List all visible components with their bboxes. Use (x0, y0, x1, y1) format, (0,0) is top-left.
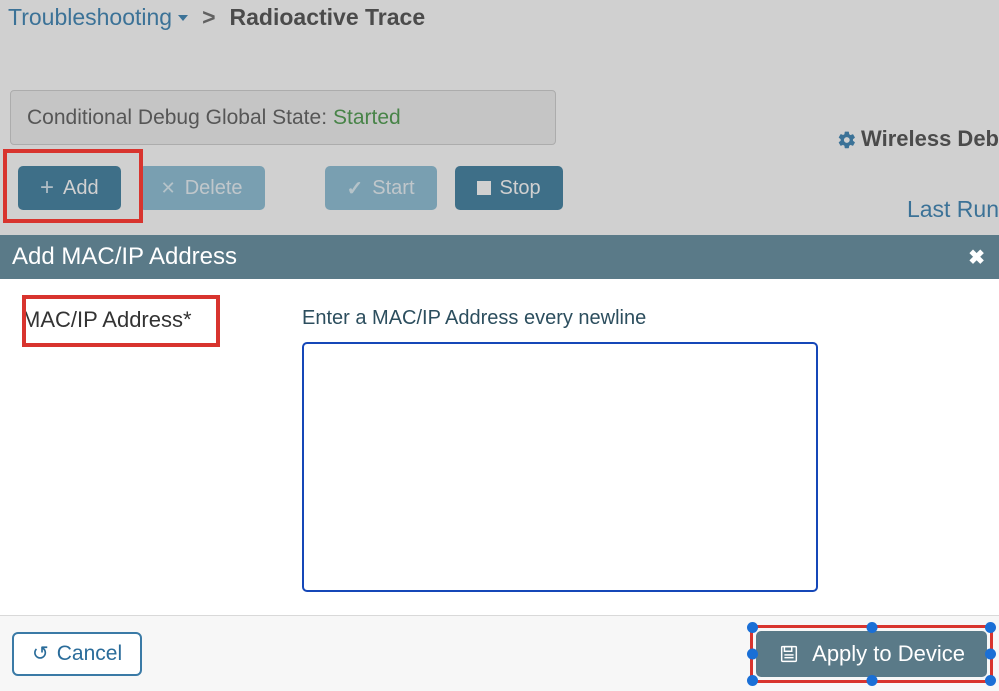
chevron-down-icon (178, 15, 188, 21)
mac-ip-textarea[interactable] (302, 342, 818, 592)
delete-button[interactable]: Delete (139, 166, 265, 210)
close-icon[interactable]: ✖ (968, 245, 985, 270)
stop-button[interactable]: Stop (455, 166, 563, 210)
add-button-label: Add (63, 177, 99, 200)
stop-icon (477, 181, 491, 195)
add-mac-ip-modal: Add MAC/IP Address ✖ MAC/IP Address* Ent… (0, 235, 999, 691)
breadcrumb-parent-label: Troubleshooting (8, 4, 172, 31)
check-icon (347, 176, 364, 201)
undo-icon (32, 641, 49, 666)
breadcrumb-parent-link[interactable]: Troubleshooting (8, 4, 188, 31)
last-run-link[interactable]: Last Run (907, 196, 999, 223)
debug-status-value: Started (333, 106, 401, 130)
breadcrumb-separator: > (202, 4, 215, 31)
modal-title: Add MAC/IP Address (12, 243, 237, 271)
add-button[interactable]: Add (18, 166, 121, 210)
mac-ip-field-label: MAC/IP Address* (22, 307, 192, 332)
mac-ip-field-hint: Enter a MAC/IP Address every newline (302, 307, 987, 330)
stop-button-label: Stop (500, 177, 541, 200)
apply-button-label: Apply to Device (812, 641, 965, 667)
breadcrumb-current: Radioactive Trace (230, 4, 426, 31)
modal-header: Add MAC/IP Address ✖ (0, 235, 999, 279)
wireless-debug-link[interactable]: Wireless Deb (837, 126, 999, 152)
debug-status-box: Conditional Debug Global State: Started (10, 90, 556, 145)
start-button[interactable]: Start (325, 166, 437, 210)
debug-status-label: Conditional Debug Global State: (27, 106, 327, 130)
delete-button-label: Delete (185, 177, 243, 200)
start-button-label: Start (372, 177, 414, 200)
wireless-debug-label: Wireless Deb (861, 126, 999, 152)
apply-to-device-button[interactable]: Apply to Device (756, 631, 987, 677)
breadcrumb: Troubleshooting > Radioactive Trace (0, 0, 999, 45)
cancel-button-label: Cancel (57, 642, 122, 666)
gear-icon (837, 130, 855, 148)
last-run-label: Last Run (907, 196, 999, 222)
plus-icon (40, 174, 54, 202)
cancel-button[interactable]: Cancel (12, 632, 142, 676)
x-icon (161, 178, 176, 199)
modal-body: MAC/IP Address* Enter a MAC/IP Address e… (0, 279, 999, 615)
modal-footer: Cancel Apply to Device (0, 615, 999, 691)
action-button-row: Add Delete Start Stop (18, 166, 563, 210)
save-icon (778, 643, 800, 665)
